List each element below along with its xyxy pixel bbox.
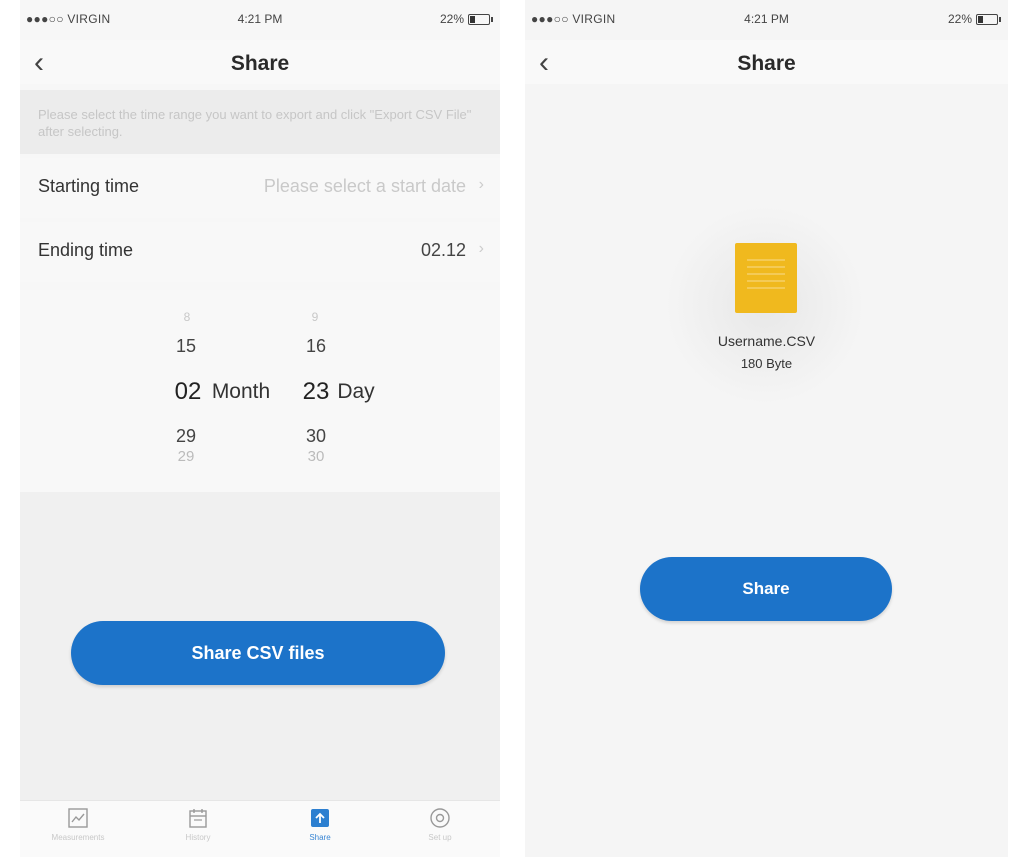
battery-indicator: 22% xyxy=(439,12,493,26)
chevron-right-icon: › xyxy=(478,176,484,193)
day-option: 9 xyxy=(311,310,319,324)
starting-time-row[interactable]: Starting time Please select a start date… xyxy=(20,158,500,218)
nav-bar: ‹ Share xyxy=(20,40,500,84)
day-option: 30 xyxy=(305,426,327,446)
status-time: 4:21 PM xyxy=(744,12,789,26)
battery-percent: 22% xyxy=(439,12,464,26)
date-picker[interactable]: 8 15 02 Month 29 29 9 16 23 Day 30 30 xyxy=(20,290,500,492)
share-button[interactable]: Share xyxy=(640,557,892,621)
month-option: 15 xyxy=(175,336,197,356)
chevron-right-icon: › xyxy=(478,240,484,257)
selected-day: 23 xyxy=(302,378,330,405)
share-file-screen: ●●●○○ VIRGIN 4:21 PM 22% ‹ Share Usernam… xyxy=(525,0,1008,857)
tab-settings[interactable]: Set up xyxy=(400,807,480,842)
month-option: 8 xyxy=(183,310,191,324)
tab-label: History xyxy=(185,833,211,842)
tab-label: Share xyxy=(309,833,331,842)
battery-icon xyxy=(976,13,1001,25)
ending-time-value: 02.12 xyxy=(420,240,466,260)
month-option: 29 xyxy=(177,448,195,465)
month-unit-label: Month xyxy=(211,380,271,403)
page-title: Share xyxy=(737,52,796,75)
status-bar: ●●●○○ VIRGIN 4:21 PM 22% xyxy=(525,8,1008,30)
day-option: 16 xyxy=(305,336,327,356)
nav-bar: ‹ Share xyxy=(525,40,1008,84)
share-csv-button[interactable]: Share CSV files xyxy=(71,621,445,685)
battery-indicator: 22% xyxy=(947,12,1001,26)
starting-time-label: Starting time xyxy=(38,176,140,196)
tab-label: Set up xyxy=(428,833,452,842)
status-bar: ●●●○○ VIRGIN 4:21 PM 22% xyxy=(20,8,500,30)
calendar-icon xyxy=(189,809,207,828)
file-size: 180 Byte xyxy=(740,356,793,371)
status-time: 4:21 PM xyxy=(237,12,283,26)
day-option: 30 xyxy=(307,448,325,465)
ending-time-row[interactable]: Ending time 02.12 › xyxy=(20,222,500,282)
battery-icon xyxy=(468,13,493,25)
chart-icon xyxy=(68,808,88,828)
month-option: 29 xyxy=(175,426,197,446)
day-unit-label: Day xyxy=(337,380,375,403)
file-name: Username.CSV xyxy=(717,333,816,349)
share-icon xyxy=(311,809,329,827)
share-export-screen: ●●●○○ VIRGIN 4:21 PM 22% ‹ Share Please … xyxy=(20,0,500,857)
csv-file-icon[interactable] xyxy=(735,243,797,313)
tab-history[interactable]: History xyxy=(158,807,238,842)
export-hint-text: Please select the time range you want to… xyxy=(20,90,500,154)
tab-share[interactable]: Share xyxy=(280,807,360,842)
selected-month: 02 xyxy=(174,378,202,405)
settings-icon xyxy=(430,808,450,828)
tab-label: Measurements xyxy=(51,833,105,842)
ending-time-label: Ending time xyxy=(38,240,134,260)
starting-time-placeholder: Please select a start date xyxy=(263,176,466,196)
battery-percent: 22% xyxy=(947,12,972,26)
page-title: Share xyxy=(230,52,290,75)
tab-measurements[interactable]: Measurements xyxy=(38,807,118,842)
tab-bar: Measurements History Share Set up xyxy=(20,800,500,857)
